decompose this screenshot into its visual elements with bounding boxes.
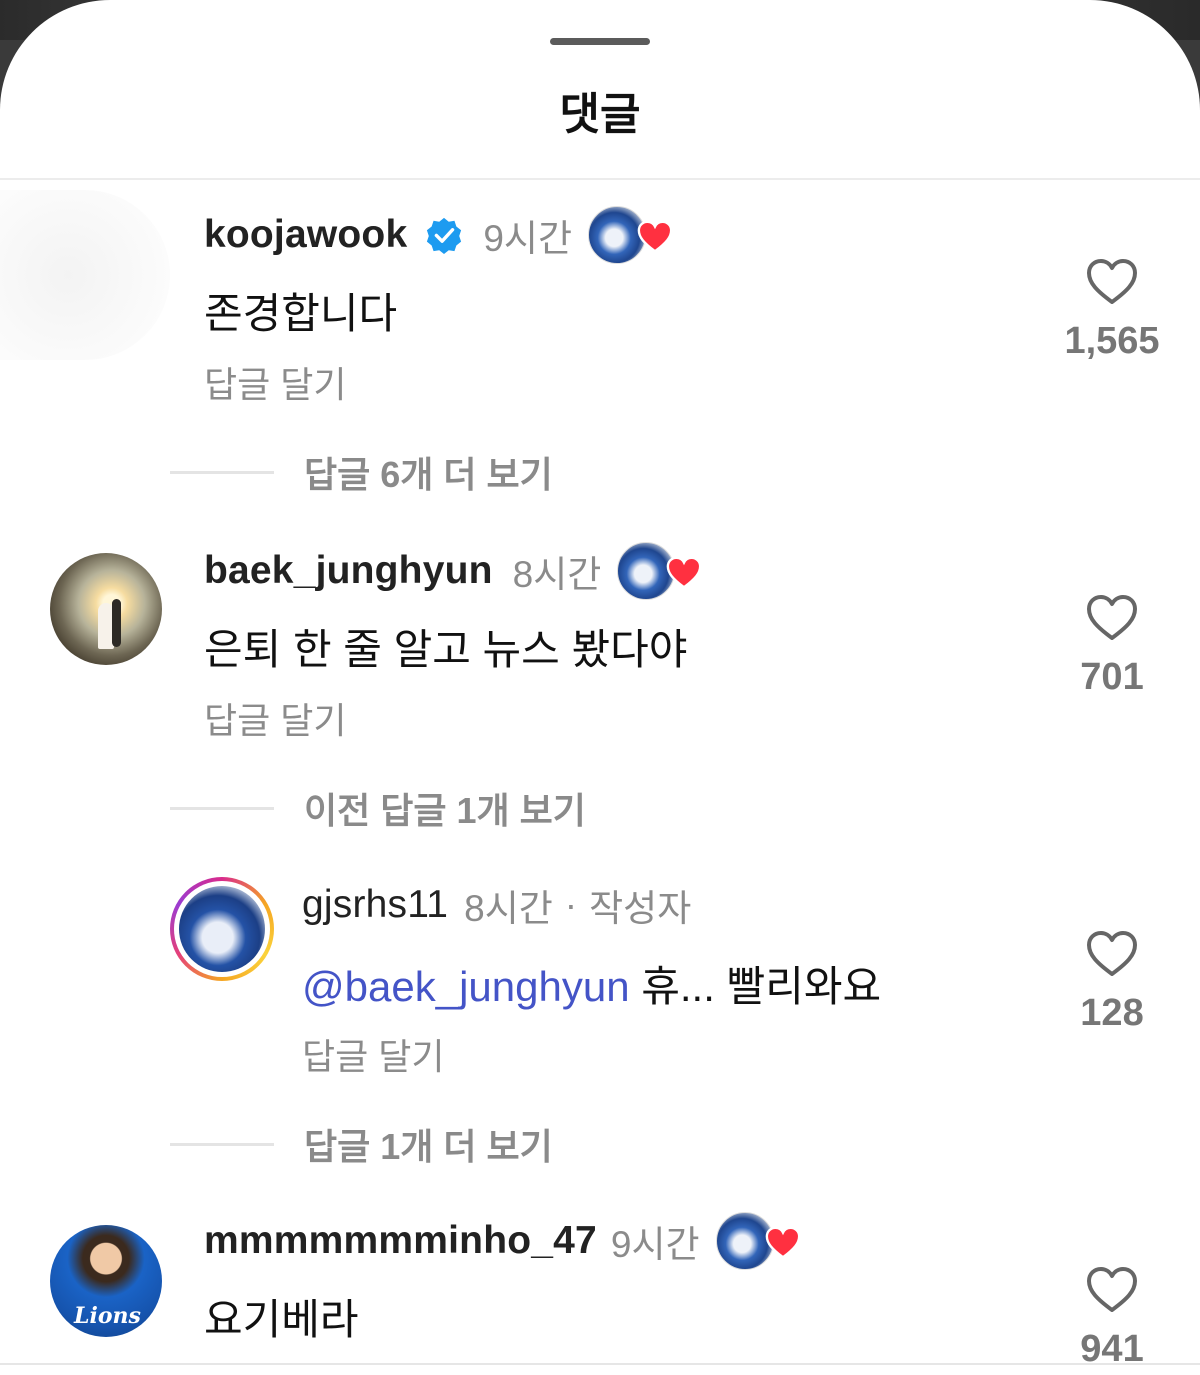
comments-sheet: 댓글 koojawook 9시간 존경합니다 답글 달기 1,565 답글 6개… <box>0 0 1200 1375</box>
heart-outline-icon[interactable] <box>1085 256 1139 306</box>
separator-dot: · <box>564 884 578 925</box>
comment-text: 존경합니다 <box>204 290 398 337</box>
creator-liked-badge <box>617 542 703 600</box>
comment-header: baek_junghyun 8시간 <box>204 542 703 600</box>
view-previous-replies-label[interactable]: 이전 답글 1개 보기 <box>304 782 586 834</box>
verified-badge-icon <box>427 217 462 254</box>
comment-username[interactable]: gjsrhs11 <box>302 883 448 927</box>
avatar[interactable] <box>170 877 274 981</box>
creator-liked-badge <box>715 1212 802 1270</box>
like-button[interactable]: 941 <box>1050 1264 1174 1371</box>
comment-header: mmmmmmminho_47 9시간 <box>204 1212 802 1270</box>
avatar-figure <box>112 599 121 647</box>
like-button[interactable]: 128 <box>1050 928 1174 1035</box>
like-button[interactable]: 701 <box>1050 592 1174 699</box>
like-count: 1,565 <box>1064 320 1160 362</box>
view-more-replies-label[interactable]: 답글 1개 더 보기 <box>304 1118 553 1170</box>
reply-button[interactable]: 답글 달기 <box>302 1028 444 1080</box>
heart-icon <box>666 556 702 589</box>
thread-line <box>170 1142 274 1146</box>
comment-header: koojawook 9시간 <box>204 206 674 264</box>
mention-link[interactable]: @baek_junghyun <box>302 963 630 1010</box>
comment-username[interactable]: koojawook <box>204 213 407 257</box>
avatar-ring <box>174 881 270 977</box>
comment-body: 휴... 빨리와요 <box>641 963 882 1010</box>
comment-time: 9시간 <box>610 1224 700 1265</box>
comment-time: 9시간 <box>483 218 573 259</box>
avatar[interactable]: Lions <box>50 1225 162 1337</box>
divider <box>0 1363 1200 1365</box>
view-more-replies-label[interactable]: 답글 6개 더 보기 <box>304 446 553 498</box>
creator-liked-badge <box>588 206 674 264</box>
view-more-replies[interactable]: 답글 6개 더 보기 <box>170 446 553 498</box>
avatar-image <box>179 886 265 972</box>
view-more-replies[interactable]: 답글 1개 더 보기 <box>170 1118 553 1170</box>
like-count: 701 <box>1080 656 1144 698</box>
like-button[interactable]: 1,565 <box>1050 256 1174 363</box>
comment-text: 요기베라 <box>204 1296 359 1343</box>
sheet-title: 댓글 <box>559 90 641 139</box>
divider <box>0 178 1200 180</box>
drag-handle[interactable] <box>550 38 650 45</box>
avatar[interactable] <box>50 553 162 665</box>
view-previous-replies[interactable]: 이전 답글 1개 보기 <box>170 782 586 834</box>
thread-line <box>170 470 274 474</box>
comment-username[interactable]: baek_junghyun <box>204 549 493 593</box>
reply-button[interactable]: 답글 달기 <box>204 356 346 408</box>
comment-time: 8시간 <box>512 554 602 595</box>
heart-icon <box>637 220 673 253</box>
comment-text: 은퇴 한 줄 알고 뉴스 봤다야 <box>204 626 688 673</box>
avatar[interactable] <box>0 190 170 360</box>
comment-header: gjsrhs11 8시간 · 작성자 <box>302 878 691 932</box>
avatar-jersey-text: Lions <box>74 1303 141 1329</box>
heart-outline-icon[interactable] <box>1085 1264 1139 1314</box>
thread-line <box>170 806 274 810</box>
comment-time: 8시간 <box>464 888 553 929</box>
author-badge: 작성자 <box>589 888 692 929</box>
heart-outline-icon[interactable] <box>1085 592 1139 642</box>
comment-text: @baek_junghyun 휴... 빨리와요 <box>302 953 881 1014</box>
heart-outline-icon[interactable] <box>1085 928 1139 978</box>
comment-username[interactable]: mmmmmmminho_47 <box>204 1219 597 1263</box>
reply-button[interactable]: 답글 달기 <box>204 692 346 744</box>
heart-icon <box>765 1226 800 1259</box>
like-count: 128 <box>1080 992 1144 1034</box>
